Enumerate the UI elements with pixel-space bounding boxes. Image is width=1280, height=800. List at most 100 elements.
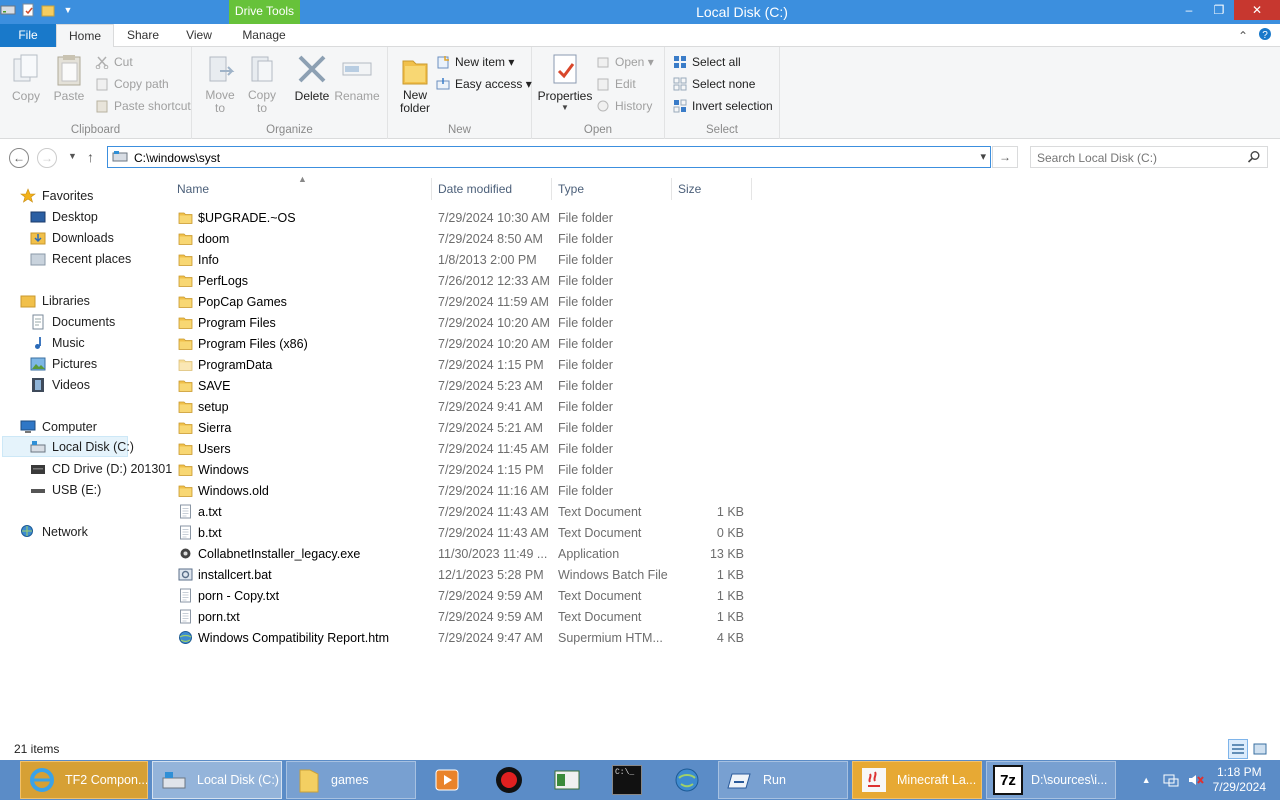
taskbar-minecraft[interactable]: Minecraft La...: [852, 761, 982, 799]
file-type: File folder: [558, 399, 613, 414]
properties-button[interactable]: Properties ▼: [536, 53, 594, 112]
details-view-button[interactable]: [1228, 739, 1248, 759]
nav-favorites[interactable]: Favorites: [20, 185, 93, 206]
taskbar-explorer[interactable]: Local Disk (C:): [152, 761, 282, 799]
nav-cd-drive-label: CD Drive (D:) 201301: [52, 461, 173, 476]
column-header-type[interactable]: Type: [558, 178, 668, 200]
copy-button[interactable]: Copy: [8, 53, 44, 103]
open-button[interactable]: Open ▾: [596, 55, 654, 69]
copy-to-button[interactable]: Copy to: [244, 53, 280, 115]
maximize-button[interactable]: ❐: [1204, 0, 1234, 20]
column-header-date[interactable]: Date modified: [438, 178, 548, 200]
file-row[interactable]: ProgramData 7/29/2024 1:15 PM File folder: [170, 354, 750, 375]
new-folder-button[interactable]: New folder: [392, 53, 438, 115]
paste-shortcut-button[interactable]: Paste shortcut: [95, 99, 191, 113]
nav-desktop[interactable]: Desktop: [30, 206, 98, 227]
tab-file[interactable]: File: [0, 24, 56, 47]
nav-downloads[interactable]: Downloads: [30, 227, 114, 248]
file-row[interactable]: b.txt 7/29/2024 11:43 AM Text Document 0 KB: [170, 522, 750, 543]
search-icon[interactable]: [1247, 150, 1261, 164]
edit-button[interactable]: Edit: [596, 77, 636, 91]
nav-pictures[interactable]: Pictures: [30, 353, 97, 374]
taskbar-7zip[interactable]: 7z D:\sources\i...: [986, 761, 1116, 799]
invert-selection-button[interactable]: Invert selection: [673, 99, 773, 113]
volume-muted-icon[interactable]: [1187, 772, 1205, 788]
file-row[interactable]: $UPGRADE.~OS 7/29/2024 10:30 AM File folde…: [170, 207, 750, 228]
file-row[interactable]: Sierra 7/29/2024 5:21 AM File folder: [170, 417, 750, 438]
forward-button[interactable]: →: [37, 148, 57, 168]
large-icons-view-button[interactable]: [1250, 739, 1270, 759]
address-dropdown-icon[interactable]: ▾: [980, 150, 986, 163]
properties-dropdown-icon[interactable]: ▼: [536, 103, 594, 112]
file-row[interactable]: a.txt 7/29/2024 11:43 AM Text Document 1 KB: [170, 501, 750, 522]
file-row[interactable]: PerfLogs 7/26/2012 12:33 AM File folder: [170, 270, 750, 291]
network-tray-icon[interactable]: [1163, 772, 1179, 788]
file-row[interactable]: porn.txt 7/29/2024 9:59 AM Text Document 1 …: [170, 606, 750, 627]
nav-cd-drive[interactable]: CD Drive (D:) 201301: [30, 458, 172, 479]
cut-button[interactable]: Cut: [95, 55, 133, 69]
select-all-button[interactable]: Select all: [673, 55, 741, 69]
select-none-button[interactable]: Select none: [673, 77, 755, 91]
properties-large-icon: [549, 53, 581, 87]
up-arrow-button[interactable]: ↑: [87, 149, 94, 165]
taskbar-recorder[interactable]: [488, 761, 528, 799]
clock[interactable]: 1:18 PM 7/29/2024: [1213, 765, 1266, 795]
new-item-button[interactable]: New item ▾: [436, 55, 514, 69]
file-row[interactable]: Info 1/8/2013 2:00 PM File folder: [170, 249, 750, 270]
nav-usb[interactable]: USB (E:): [30, 479, 101, 500]
address-bar[interactable]: ▾: [107, 146, 991, 168]
taskbar-command-prompt[interactable]: C:\_: [606, 761, 646, 799]
file-row[interactable]: doom 7/29/2024 8:50 AM File folder: [170, 228, 750, 249]
tab-home[interactable]: Home: [56, 24, 114, 48]
file-row[interactable]: Windows Compatibility Report.htm 7/29/202…: [170, 627, 750, 648]
nav-documents[interactable]: Documents: [30, 311, 115, 332]
close-button[interactable]: ✕: [1234, 0, 1280, 20]
address-input[interactable]: [134, 149, 954, 166]
move-to-button[interactable]: Move to: [202, 53, 238, 115]
go-button[interactable]: →: [992, 146, 1018, 168]
taskbar-run[interactable]: Run: [718, 761, 848, 799]
delete-button[interactable]: Delete: [292, 53, 332, 103]
tab-manage[interactable]: Manage: [230, 24, 298, 47]
nav-recent-places[interactable]: Recent places: [30, 248, 131, 269]
taskbar-network-globe[interactable]: [666, 761, 706, 799]
file-row[interactable]: Program Files (x86) 7/29/2024 10:20 AM Fil…: [170, 333, 750, 354]
recent-locations-dropdown-icon[interactable]: ▼: [68, 151, 77, 161]
column-header-size[interactable]: Size: [678, 178, 748, 200]
back-button[interactable]: ←: [9, 148, 29, 168]
file-row[interactable]: Windows 7/29/2024 1:15 PM File folder: [170, 459, 750, 480]
search-box[interactable]: [1030, 146, 1268, 168]
taskbar-app-window[interactable]: [546, 761, 586, 799]
easy-access-button[interactable]: Easy access ▾: [436, 77, 532, 91]
show-hidden-icons-button[interactable]: ▲: [1142, 775, 1151, 785]
file-row[interactable]: SAVE 7/29/2024 5:23 AM File folder: [170, 375, 750, 396]
nav-music[interactable]: Music: [30, 332, 85, 353]
help-icon[interactable]: ?: [1258, 27, 1272, 44]
file-row[interactable]: installcert.bat 12/1/2023 5:28 PM Windows …: [170, 564, 750, 585]
nav-local-disk[interactable]: Local Disk (C:): [2, 436, 134, 457]
history-button[interactable]: History: [596, 99, 652, 113]
paste-button[interactable]: Paste: [50, 53, 88, 103]
tab-view[interactable]: View: [176, 24, 222, 47]
file-row[interactable]: porn - Copy.txt 7/29/2024 9:59 AM Text Doc…: [170, 585, 750, 606]
search-input[interactable]: [1037, 149, 1237, 166]
file-row[interactable]: CollabnetInstaller_legacy.exe 11/30/2023 …: [170, 543, 750, 564]
taskbar-games[interactable]: games: [286, 761, 416, 799]
file-row[interactable]: Windows.old 7/29/2024 11:16 AM File folder: [170, 480, 750, 501]
nav-computer[interactable]: Computer: [20, 416, 97, 437]
file-row[interactable]: Program Files 7/29/2024 10:20 AM File fold…: [170, 312, 750, 333]
file-row[interactable]: PopCap Games 7/29/2024 11:59 AM File folde…: [170, 291, 750, 312]
minimize-button[interactable]: –: [1174, 0, 1204, 20]
taskbar-media-player[interactable]: [426, 761, 466, 799]
nav-libraries[interactable]: Libraries: [20, 290, 90, 311]
collapse-ribbon-icon[interactable]: ⌃: [1238, 29, 1248, 43]
rename-button[interactable]: Rename: [334, 53, 380, 103]
file-row[interactable]: setup 7/29/2024 9:41 AM File folder: [170, 396, 750, 417]
file-row[interactable]: Users 7/29/2024 11:45 AM File folder: [170, 438, 750, 459]
column-header-name[interactable]: Name: [177, 178, 427, 200]
nav-videos[interactable]: Videos: [30, 374, 90, 395]
nav-network[interactable]: Network: [20, 521, 88, 542]
tab-share[interactable]: Share: [118, 24, 168, 47]
copy-path-button[interactable]: Copy path: [95, 77, 169, 91]
taskbar-ie[interactable]: TF2 Compon...: [20, 761, 148, 799]
